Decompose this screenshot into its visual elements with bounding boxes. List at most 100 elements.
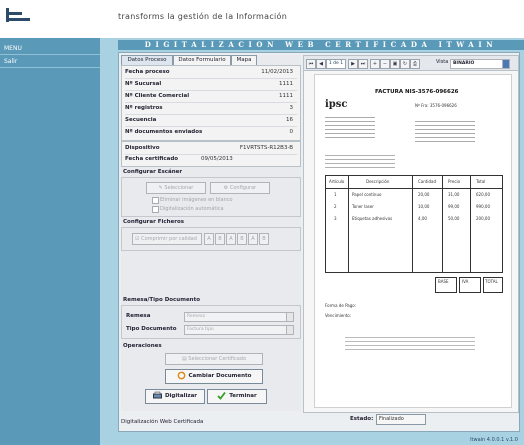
change-document-button[interactable]: Cambiar Documento bbox=[165, 369, 263, 384]
due-label: Vencimiento: bbox=[325, 313, 352, 318]
version-label: Itwain 4.0.0.1 v.1.0 bbox=[470, 437, 518, 443]
view-mode-select[interactable]: BINARIO bbox=[450, 59, 510, 69]
document-type-select[interactable]: Factura tipo bbox=[184, 325, 294, 335]
page-indicator[interactable]: 1 de 1 bbox=[326, 59, 346, 69]
quality-box[interactable]: B bbox=[259, 233, 269, 245]
scanner-icon bbox=[152, 391, 162, 400]
total-box: IVA bbox=[459, 277, 481, 293]
document-viewer: ⏮ ◀ 1 de 1 ▶ ⏭ + − ▣ ↻ ⎙ Vista BINARIO F… bbox=[303, 55, 519, 413]
info-label: Nº Cliente Comercial bbox=[125, 93, 190, 99]
table-cell: 2 bbox=[334, 204, 337, 209]
finish-button[interactable]: Terminar bbox=[207, 389, 267, 404]
button-label: Digitalizar bbox=[164, 393, 197, 399]
select-placeholder: Remesa bbox=[187, 314, 205, 319]
auto-digitize-checkbox[interactable] bbox=[152, 206, 159, 213]
select-placeholder: Factura tipo bbox=[187, 327, 214, 332]
sidebar-divider bbox=[0, 67, 100, 68]
select-value: BINARIO bbox=[453, 61, 475, 66]
info-row: Dispositivo F1VRTSTS-R12B3-B bbox=[125, 144, 297, 155]
total-label: IVA bbox=[462, 279, 469, 284]
sidebar-item-menu[interactable]: MENU bbox=[4, 45, 22, 52]
remove-blank-checkbox[interactable] bbox=[152, 197, 159, 204]
checkmark-icon bbox=[217, 391, 227, 400]
info-row: Nº registros 3 bbox=[125, 104, 297, 115]
table-cell: 99,00 bbox=[448, 204, 460, 209]
table-cell: 20,00 bbox=[418, 192, 430, 197]
total-label: BASE bbox=[438, 279, 449, 284]
next-page-icon[interactable]: ▶ bbox=[348, 59, 358, 69]
estado-label: Estado: bbox=[350, 416, 374, 422]
table-cell: Toner laser bbox=[352, 204, 374, 209]
info-value: 1111 bbox=[279, 81, 293, 87]
column-header: Precio bbox=[448, 179, 461, 184]
address-block bbox=[325, 117, 375, 141]
print-icon[interactable]: ⎙ bbox=[410, 59, 420, 69]
sidebar-item-salir[interactable]: Salir bbox=[4, 58, 17, 65]
zoom-out-icon[interactable]: − bbox=[380, 59, 390, 69]
payment-label: Forma de Pago: bbox=[325, 303, 357, 308]
field-label: Remesa bbox=[126, 313, 151, 319]
chevron-down-icon bbox=[286, 326, 293, 334]
button-label: Seleccionar bbox=[164, 185, 194, 191]
files-group: ☑ Comprimir por calidad A B A B A B bbox=[121, 227, 301, 251]
info-row: Nº Sucursal 1111 bbox=[125, 80, 297, 91]
total-box: TOTAL bbox=[483, 277, 503, 293]
info-label: Nº Sucursal bbox=[125, 81, 162, 87]
first-page-icon[interactable]: ⏮ bbox=[306, 59, 316, 69]
zoom-in-icon[interactable]: + bbox=[370, 59, 380, 69]
table-cell: Etiquetas adhesivas bbox=[352, 216, 393, 221]
quality-box[interactable]: A bbox=[204, 233, 214, 245]
info-label: Secuencia bbox=[125, 117, 157, 123]
select-scanner-button[interactable]: ✎ Seleccionar bbox=[146, 182, 206, 194]
option-label: Comprimir por calidad bbox=[141, 236, 197, 242]
column-header: Artículo bbox=[329, 179, 345, 184]
table-cell: Papel continuo bbox=[352, 192, 382, 197]
section-heading: Remesa/Tipo Documento bbox=[123, 297, 200, 303]
quality-box[interactable]: A bbox=[226, 233, 236, 245]
info-value: 09/05/2013 bbox=[201, 156, 233, 162]
footer-note bbox=[345, 337, 475, 351]
table-cell: 620,00 bbox=[476, 192, 490, 197]
select-certificate-button[interactable]: ▤ Seleccionar Certificado bbox=[165, 353, 263, 365]
table-cell: 50,00 bbox=[448, 216, 460, 221]
column-header: Cantidad bbox=[418, 179, 436, 184]
invoice-brand: ipsc bbox=[325, 99, 348, 110]
client-block bbox=[415, 121, 475, 143]
prev-page-icon[interactable]: ◀ bbox=[316, 59, 326, 69]
estado-value: Finalizado bbox=[376, 414, 426, 425]
info-row: Nº documentos enviados 0 bbox=[125, 128, 297, 138]
compression-option[interactable]: ☑ Comprimir por calidad bbox=[132, 233, 202, 245]
button-label: Cambiar Documento bbox=[188, 373, 252, 379]
remesa-select[interactable]: Remesa bbox=[184, 312, 294, 322]
meta-block bbox=[325, 155, 395, 169]
info-value: 3 bbox=[289, 105, 294, 111]
table-cell: 990,00 bbox=[476, 204, 490, 209]
info-label: Nº registros bbox=[125, 105, 163, 111]
quality-box[interactable]: B bbox=[237, 233, 247, 245]
button-label: Seleccionar Certificado bbox=[188, 356, 247, 362]
app-logo bbox=[6, 8, 32, 26]
digitize-button[interactable]: Digitalizar bbox=[145, 389, 205, 404]
section-heading: Operaciones bbox=[123, 343, 162, 349]
total-box: BASE bbox=[435, 277, 457, 293]
info-row: Secuencia 16 bbox=[125, 116, 297, 127]
last-page-icon[interactable]: ⏭ bbox=[358, 59, 368, 69]
top-bar: transforms la gestión de la Información bbox=[0, 0, 524, 38]
quality-box[interactable]: A bbox=[248, 233, 258, 245]
checkbox-label: Eliminar imágenes en blanco bbox=[160, 197, 233, 203]
checkbox-label: Digitalización automática bbox=[160, 206, 224, 212]
field-label: Tipo Documento bbox=[126, 326, 177, 332]
viewer-toolbar: ⏮ ◀ 1 de 1 ▶ ⏭ + − ▣ ↻ ⎙ Vista BINARIO bbox=[304, 56, 518, 71]
rotate-icon[interactable]: ↻ bbox=[400, 59, 410, 69]
table-cell: 200,00 bbox=[476, 216, 490, 221]
configure-scanner-button[interactable]: ⚙ Configurar bbox=[210, 182, 270, 194]
quality-box[interactable]: B bbox=[215, 233, 225, 245]
section-heading: Configurar Ficheros bbox=[123, 219, 185, 225]
info-label: Fecha proceso bbox=[125, 69, 170, 75]
invoice-table: Artículo Descripción Cantidad Precio Tot… bbox=[325, 175, 503, 273]
column-header: Total bbox=[476, 179, 486, 184]
fit-page-icon[interactable]: ▣ bbox=[390, 59, 400, 69]
scanner-group: ✎ Seleccionar ⚙ Configurar Eliminar imág… bbox=[121, 177, 301, 217]
content-frame: Datos Proceso Datos Formulario Mapa Fech… bbox=[118, 52, 520, 432]
info-row: Fecha certificado 09/05/2013 bbox=[125, 155, 297, 165]
